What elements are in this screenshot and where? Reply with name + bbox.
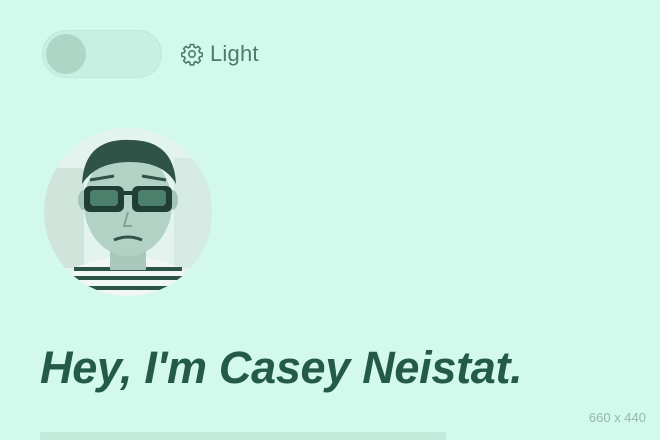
hero-title: Hey, I'm Casey Neistat. [40,342,523,393]
theme-toggle[interactable] [42,30,162,78]
dimensions-label: 660 x 440 [588,410,646,425]
theme-switch: Light [42,30,259,78]
sub-heading-cutoff [40,432,446,440]
theme-label-group: Light [180,41,259,67]
page: Light Hey, I'm Casey Neistat. 660 x 440 [0,0,660,440]
theme-label: Light [210,41,259,66]
gear-icon [181,43,203,66]
avatar-portrait [44,128,212,296]
avatar [44,128,212,296]
toggle-knob[interactable] [46,34,86,74]
